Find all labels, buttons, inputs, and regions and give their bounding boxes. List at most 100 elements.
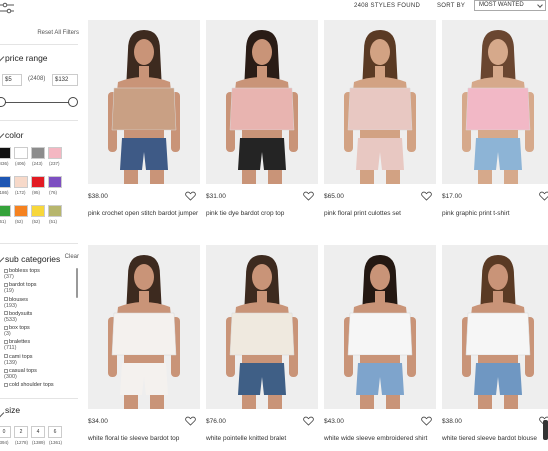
collapse-caret-icon[interactable] <box>0 129 5 139</box>
sub-category-option[interactable]: bobless tops (37) <box>4 268 74 282</box>
sub-category-option[interactable]: bodysuits (533) <box>4 311 74 325</box>
sub-categories-title[interactable]: sub categories <box>5 254 60 264</box>
product-photo[interactable] <box>324 20 436 184</box>
collapse-caret-icon[interactable] <box>0 52 5 62</box>
product-price: $17.00 <box>442 193 462 200</box>
wishlist-heart-icon[interactable] <box>421 191 432 201</box>
product-price: $38.00 <box>88 193 108 200</box>
size-option-button[interactable]: 6 <box>48 426 62 438</box>
sub-category-option[interactable]: cami tops (139) <box>4 354 74 368</box>
wishlist-heart-icon[interactable] <box>185 191 196 201</box>
checkbox[interactable] <box>4 268 8 273</box>
wishlist-heart-icon[interactable] <box>303 191 314 201</box>
price-slider-max-handle[interactable] <box>68 97 78 107</box>
sort-by-value: MOST WANTED <box>479 2 524 8</box>
product-photo[interactable] <box>442 20 548 184</box>
sub-category-count: (533) <box>4 316 17 323</box>
product-image[interactable] <box>206 245 318 409</box>
product-image[interactable] <box>324 245 436 409</box>
price-slider-min-handle[interactable] <box>0 97 6 107</box>
product-price: $34.00 <box>88 418 108 425</box>
color-swatch-nude[interactable] <box>14 176 28 188</box>
product-name-link[interactable]: white pointelle knitted bralet <box>206 435 324 443</box>
wishlist-heart-icon[interactable] <box>185 416 196 426</box>
checkbox[interactable] <box>4 282 8 287</box>
product-price: $38.00 <box>442 418 462 425</box>
size-option-button[interactable]: 0 <box>0 426 11 438</box>
color-swatch-orange[interactable] <box>14 205 28 217</box>
color-swatch-khaki[interactable] <box>48 205 62 217</box>
sub-category-option[interactable]: bardot tops (19) <box>4 282 74 296</box>
color-swatch-blue[interactable] <box>0 176 11 188</box>
color-swatch-white[interactable] <box>14 147 28 159</box>
color-swatch-yellow[interactable] <box>31 205 45 217</box>
color-swatch-red[interactable] <box>31 176 45 188</box>
checkbox[interactable] <box>4 382 8 387</box>
sub-category-count: (139) <box>4 359 17 366</box>
product-image[interactable] <box>324 20 436 184</box>
collapse-caret-icon[interactable] <box>0 408 5 418</box>
sort-by-select[interactable]: MOST WANTED <box>474 0 546 11</box>
color-swatch-count: (51) <box>49 219 58 224</box>
product-name-link[interactable]: pink graphic print t-shirt <box>442 210 548 218</box>
product-image[interactable] <box>88 20 200 184</box>
sub-category-option[interactable]: casual tops (300) <box>4 368 74 382</box>
divider <box>0 120 78 121</box>
color-swatch-green[interactable] <box>0 205 11 217</box>
product-photo[interactable] <box>88 20 200 184</box>
product-photo[interactable] <box>206 20 318 184</box>
color-title[interactable]: color <box>5 130 23 140</box>
size-option-count: (394) <box>0 440 9 445</box>
size-option-count: (1278) <box>15 440 29 445</box>
checkbox[interactable] <box>4 340 8 345</box>
product-name-link[interactable]: pink tie dye bardot crop top <box>206 210 324 218</box>
price-range-title[interactable]: price range <box>5 53 48 63</box>
color-swatch-purple[interactable] <box>48 176 62 188</box>
sub-category-option[interactable]: blouses (193) <box>4 297 74 311</box>
reset-all-filters-link[interactable]: Reset All Filters <box>37 30 79 36</box>
product-image[interactable] <box>442 20 548 184</box>
color-swatch-grey[interactable] <box>31 147 45 159</box>
product-photo[interactable] <box>88 245 200 409</box>
checkbox[interactable] <box>4 354 8 359</box>
sub-category-option[interactable]: bralettes (711) <box>4 339 74 353</box>
wishlist-heart-icon[interactable] <box>303 416 314 426</box>
size-option-button[interactable]: 4 <box>31 426 45 438</box>
product-photo[interactable] <box>442 245 548 409</box>
product-name-link[interactable]: white tiered sleeve bardot blouse <box>442 435 548 443</box>
clear-subcategories-link[interactable]: Clear <box>65 254 79 260</box>
size-option-count: (1361) <box>49 440 63 445</box>
product-image[interactable] <box>442 245 548 409</box>
sub-category-option[interactable]: cold shoulder tops <box>4 382 74 390</box>
wishlist-heart-icon[interactable] <box>539 191 548 201</box>
price-max-input[interactable]: $132 <box>52 74 78 86</box>
color-swatch-pink[interactable] <box>48 147 62 159</box>
sub-category-scrollbar[interactable] <box>76 268 78 298</box>
product-image[interactable] <box>206 20 318 184</box>
filter-sliders-icon[interactable] <box>0 2 14 14</box>
checkbox[interactable] <box>4 311 8 316</box>
product-name-link[interactable]: pink floral print culottes set <box>324 210 442 218</box>
product-image[interactable] <box>88 245 200 409</box>
product-photo[interactable] <box>206 245 318 409</box>
product-name-link[interactable]: white wide sleeve embroidered shirt <box>324 435 442 443</box>
price-slider-track[interactable] <box>2 102 74 103</box>
product-photo[interactable] <box>324 245 436 409</box>
sub-category-label: cami tops <box>9 353 33 360</box>
sub-category-option[interactable]: box tops (3) <box>4 325 74 339</box>
page-scrollbar[interactable] <box>543 420 548 440</box>
wishlist-heart-icon[interactable] <box>421 416 432 426</box>
collapse-caret-icon[interactable] <box>0 253 5 263</box>
product-name-link[interactable]: white floral tie sleeve bardot top <box>88 435 206 443</box>
size-option-button[interactable]: 2 <box>14 426 28 438</box>
price-min-input[interactable]: $5 <box>2 74 22 86</box>
size-title[interactable]: size <box>5 405 20 415</box>
sub-category-count: (37) <box>4 274 14 280</box>
color-swatch-black[interactable] <box>0 147 11 159</box>
checkbox[interactable] <box>4 297 8 302</box>
sub-category-list: bobless tops (37) bardot tops (19) blouses (1… <box>4 268 74 390</box>
product-name-link[interactable]: pink crochet open stitch bardot jumper <box>88 210 206 218</box>
sub-category-label: box tops <box>9 325 30 332</box>
checkbox[interactable] <box>4 325 8 330</box>
checkbox[interactable] <box>4 368 8 373</box>
